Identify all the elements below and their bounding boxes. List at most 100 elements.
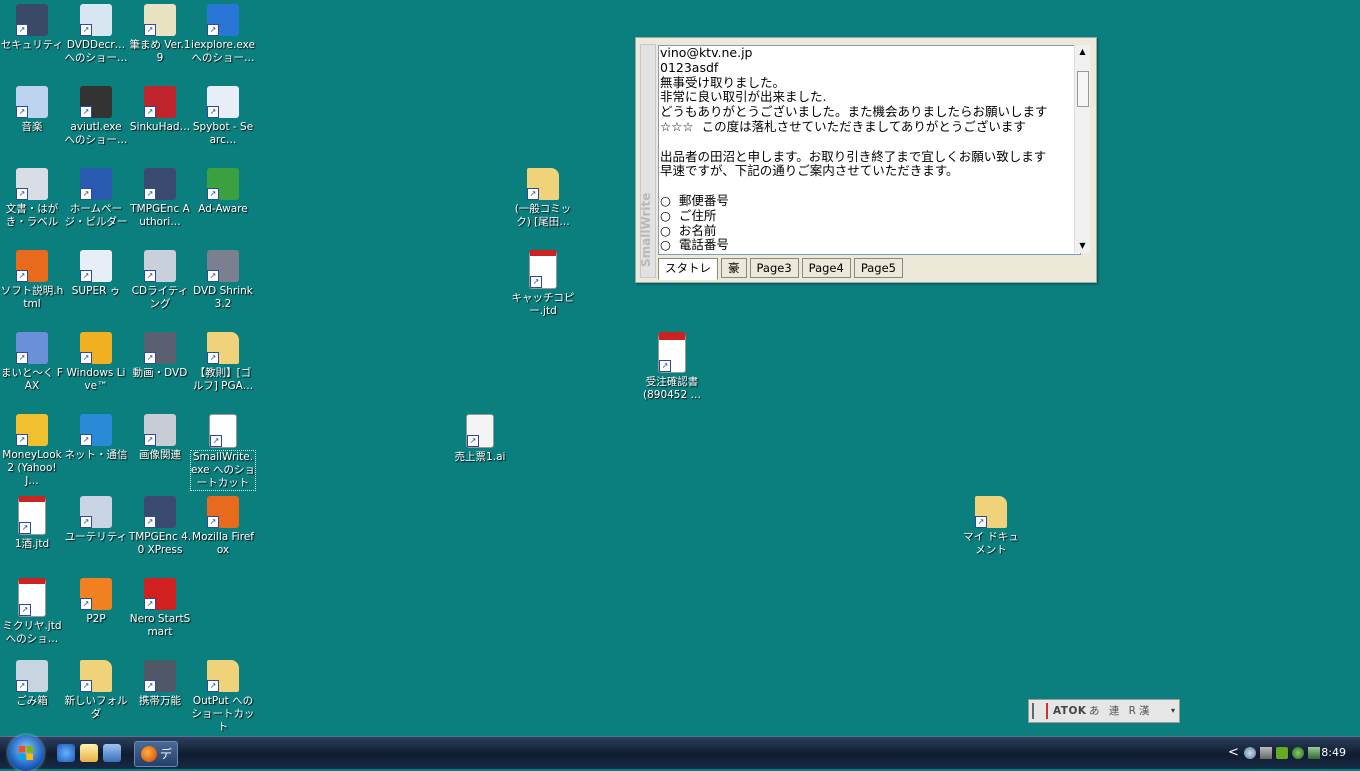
shortcut-arrow-icon: ↗	[80, 106, 92, 118]
desktop-icon[interactable]: ↗ キャッチコピー.jtd	[511, 250, 575, 318]
desktop-icon[interactable]: ↗ 筆まめ Ver.19	[128, 4, 192, 65]
atok-input-modes[interactable]: あ 連 R漢	[1089, 700, 1152, 722]
text-line: ☆☆☆ この度は落札させていただきましてありがとうございます	[660, 118, 1034, 134]
desktop-icon[interactable]: ↗ SinkuHad…	[128, 86, 192, 134]
shortcut-arrow-icon: ↗	[19, 604, 31, 616]
desktop-icon-label: 画像関連	[139, 449, 181, 461]
desktop-icon[interactable]: ↗ Windows Live™	[64, 332, 128, 393]
desktop-icon[interactable]: ↗ 画像関連	[128, 414, 192, 462]
tab-4[interactable]: Page4	[801, 258, 851, 278]
desktop-icon[interactable]: ↗ Ad-Aware	[191, 168, 255, 216]
desktop-icon-label: Ad-Aware	[198, 203, 248, 215]
desktop-icon[interactable]: ↗ 文書・はがき・ラベル	[0, 168, 64, 229]
desktop-icon-label: ソフト説明.html	[0, 285, 64, 310]
atok-menu-arrow-icon[interactable]: ▾	[1171, 700, 1175, 722]
desktop-icon[interactable]: ↗ TMPGEnc 4.0 XPress	[128, 496, 192, 557]
network-tray-icon[interactable]	[1260, 747, 1272, 759]
desktop-icon-label: SUPER ゥ	[71, 285, 121, 297]
mydocs-icon: ↗	[975, 496, 1007, 528]
desktop-icon[interactable]: ↗ ごみ箱	[0, 660, 64, 708]
windows-logo-icon	[19, 746, 33, 760]
shortcut-arrow-icon: ↗	[144, 106, 156, 118]
desktop-icon-label: ミクリヤ.jtd へのショ…	[2, 620, 62, 645]
shortcut-arrow-icon: ↗	[975, 516, 987, 528]
desktop-icon[interactable]: ↗ Nero StartSmart	[128, 578, 192, 639]
desktop-icon[interactable]: ↗ ホームページ・ビルダー	[64, 168, 128, 229]
desktop-icon[interactable]: ↗ ソフト説明.html	[0, 250, 64, 311]
desktop-icon[interactable]: ↗ TMPGEnc Authori…	[128, 168, 192, 229]
taskbar-button-label: デ	[160, 747, 173, 761]
tab-1[interactable]: スタトレ	[658, 258, 718, 280]
desktop-icon[interactable]: ↗ DVD Shrink 3.2	[191, 250, 255, 311]
desktop-icon[interactable]: ↗ ミクリヤ.jtd へのショ…	[0, 578, 64, 646]
tab-2[interactable]: 豪	[721, 258, 747, 278]
desktop-icon[interactable]: ↗ MoneyLook2 (Yahoo! J…	[0, 414, 64, 488]
desktop-icon-label: Spybot - Searc…	[192, 121, 254, 146]
desktop-icon[interactable]: ↗ CDライティング	[128, 250, 192, 311]
desktop-icon[interactable]: ↗ SmallWrite.exe へのショートカット	[190, 414, 256, 491]
shortcut-arrow-icon: ↗	[144, 516, 156, 528]
desktop-icon[interactable]: ↗ まいと〜く FAX	[0, 332, 64, 393]
desktop-icon[interactable]: ↗ 【教則】[ゴルフ] PGA…	[191, 332, 255, 393]
smallwrite-window[interactable]: SmallWrite vino@ktv.ne.jp 0123asdf 無事受け取りま…	[635, 37, 1097, 283]
atok-logo: ATOK	[1053, 705, 1087, 717]
desktop-icon-label: CDライティング	[131, 285, 189, 310]
desktop-icon-label: Nero StartSmart	[129, 613, 191, 638]
desktop-icon[interactable]: ↗ 売上票1.ai	[448, 414, 512, 464]
tab-5[interactable]: Page5	[853, 258, 904, 278]
shortcut-arrow-icon: ↗	[80, 516, 92, 528]
adaware-icon: ↗	[207, 168, 239, 200]
desktop-icon[interactable]: ↗ SUPER ゥ	[64, 250, 128, 298]
desktop-icon[interactable]: ↗ aviutl.exe へのショー…	[64, 86, 128, 147]
shortcut-arrow-icon: ↗	[207, 188, 219, 200]
jtd-icon: ↗	[18, 578, 46, 617]
system-tray: < 8:49	[1224, 737, 1360, 769]
desktop-icon[interactable]: ↗ ネット・通信	[64, 414, 128, 462]
atok-language-bar[interactable]: ATOK あ 連 R漢 ▾	[1028, 699, 1180, 723]
desktop-icon-label: 【教則】[ゴルフ] PGA…	[192, 367, 254, 392]
sinku-icon: ↗	[144, 86, 176, 118]
ie-icon: ↗	[207, 4, 239, 36]
desktop-icon[interactable]: ↗ セキュリティ	[0, 4, 64, 52]
desktop-icon[interactable]: ↗ OutPut へのショートカット	[191, 660, 255, 734]
shortcut-arrow-icon: ↗	[144, 24, 156, 36]
desktop-icon[interactable]: ↗ 1酒.jtd	[0, 496, 64, 551]
scroll-down-arrow-icon[interactable]: ▼	[1075, 239, 1090, 253]
security-tray-icon[interactable]	[1292, 747, 1304, 759]
taskbar-button-firefox[interactable]: デ	[134, 741, 178, 767]
tray-expand-chevron-icon[interactable]: <	[1228, 745, 1239, 760]
desktop-icon[interactable]: ↗ Spybot - Searc…	[191, 86, 255, 147]
scroll-thumb[interactable]	[1077, 71, 1089, 107]
shortcut-arrow-icon: ↗	[207, 106, 219, 118]
device-tray-icon[interactable]	[1308, 747, 1320, 759]
vertical-scrollbar[interactable]: ▲ ▼	[1074, 45, 1090, 253]
desktop-icon[interactable]: ↗ ユーテリティ	[64, 496, 128, 544]
search-tray-icon[interactable]	[1244, 747, 1256, 759]
volume-tray-icon[interactable]	[1276, 747, 1288, 759]
ie-quicklaunch-icon[interactable]	[57, 744, 75, 762]
taskbar: デ < 8:49	[0, 735, 1360, 771]
desktop-icon[interactable]: ↗ Mozilla Firefox	[191, 496, 255, 557]
desktop-icon[interactable]: ↗ 新しいフォルダ	[64, 660, 128, 721]
desktop-icon[interactable]: ↗ DVDDecr…へのショー…	[64, 4, 128, 65]
show-desktop-icon[interactable]	[103, 744, 121, 762]
desktop-icon[interactable]: ↗ マイ ドキュメント	[959, 496, 1023, 557]
shortcut-arrow-icon: ↗	[80, 598, 92, 610]
desktop-icon[interactable]: ↗ (一般コミック) [尾田…	[511, 168, 575, 229]
shortcut-arrow-icon: ↗	[144, 434, 156, 446]
net-icon: ↗	[80, 414, 112, 446]
start-button[interactable]	[8, 735, 44, 771]
desktop-icon[interactable]: ↗ 音楽	[0, 86, 64, 134]
tab-3[interactable]: Page3	[749, 258, 799, 278]
smallwrite-text-area[interactable]: vino@ktv.ne.jp 0123asdf 無事受け取りました。 非常に良い取引が…	[658, 45, 1081, 255]
clock[interactable]: 8:49	[1321, 746, 1346, 759]
shortcut-arrow-icon: ↗	[80, 434, 92, 446]
desktop-icon[interactable]: ↗ 携帯万能	[128, 660, 192, 708]
desktop-icon[interactable]: ↗ P2P	[64, 578, 128, 626]
desktop-icon[interactable]: ↗ 受注確認書 (890452 …	[640, 332, 704, 402]
mail-quicklaunch-icon[interactable]	[80, 744, 98, 762]
desktop-icon[interactable]: ↗ 動画・DVD	[128, 332, 192, 380]
scroll-up-arrow-icon[interactable]: ▲	[1075, 45, 1090, 59]
smallwrite-side-bar[interactable]: SmallWrite	[639, 44, 656, 278]
desktop-icon[interactable]: ↗ iexplore.exe へのショー…	[191, 4, 255, 65]
